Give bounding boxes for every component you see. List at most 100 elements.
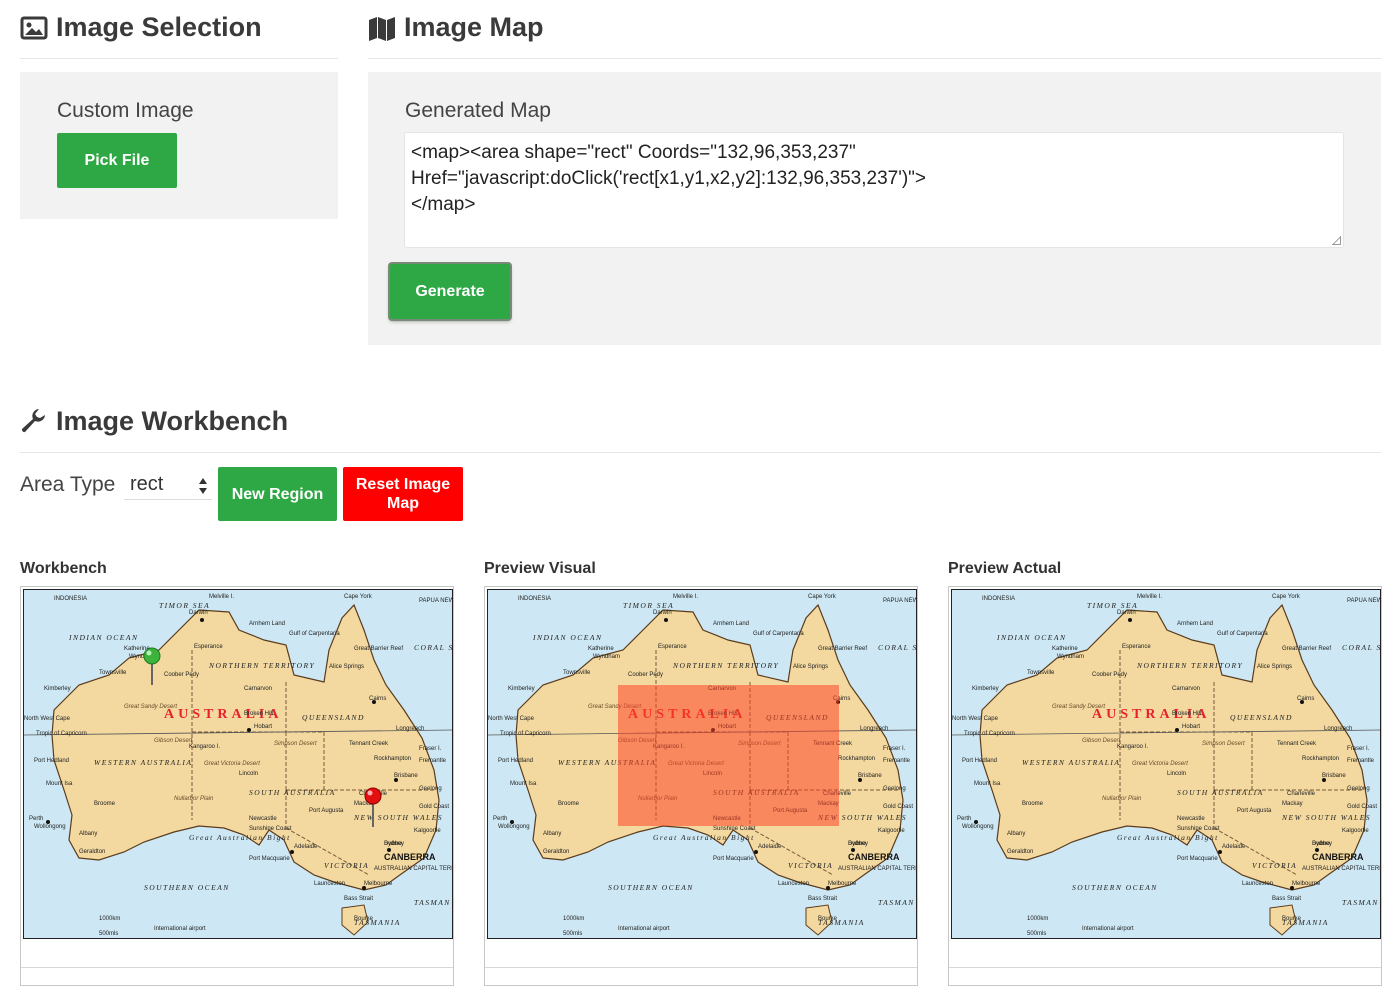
area-type-select[interactable]: rect — [124, 470, 212, 500]
othe-label: Arnhem Land — [249, 621, 285, 627]
citie-label: Rockhampton — [838, 756, 875, 762]
desert-label: Nullarbor Plain — [1102, 796, 1142, 802]
citie-label: Adelaide — [1222, 844, 1246, 850]
othe-label: Tropic of Capricorn — [500, 731, 551, 737]
sea-label: Great Australian Bight — [1117, 833, 1219, 842]
citie-label: Wollongong — [498, 824, 530, 830]
desert-label: Great Sandy Desert — [1052, 704, 1105, 710]
sea-label: TIMOR SEA — [623, 601, 674, 610]
citie-label: Mount Isa — [974, 781, 1001, 787]
rect-region-overlay[interactable] — [618, 685, 839, 826]
citie-label: Fremantle — [1347, 758, 1375, 764]
citie-label: Rockhampton — [374, 756, 411, 762]
othe-label: North West Cape — [24, 716, 71, 722]
citie-label: Gold Coast — [883, 804, 913, 810]
othe-label: Gulf of Carpentaria — [753, 631, 804, 637]
othe-label: Bass Strait — [1272, 896, 1301, 902]
preview-visual-caption: Preview Visual — [484, 560, 596, 577]
divider — [368, 58, 1381, 59]
citie-label: Broome — [1022, 801, 1044, 807]
citie-label: Broome — [94, 801, 116, 807]
divider — [21, 967, 453, 968]
othe-label: Gulf of Carpentaria — [289, 631, 340, 637]
new-region-button[interactable]: New Region — [218, 467, 337, 521]
othe-label: North West Cape — [952, 716, 999, 722]
city-dot — [851, 848, 855, 852]
map-pin-green-icon[interactable] — [143, 647, 161, 687]
citie-label: Albany — [1007, 831, 1025, 837]
workbench-map[interactable]: AUSTRALIA WESTERN AUSTRALIA NORTHERN TERRI… — [23, 589, 453, 939]
citie-label: Kalgoorlie — [878, 828, 905, 834]
othe-label: AUSTRALIAN CAPITAL TERRITORY — [838, 866, 917, 872]
city-dot — [46, 820, 50, 824]
citie-label: Bourke — [818, 916, 838, 922]
state-label: NORTHERN TERRITORY — [672, 661, 779, 670]
citie-label: Geraldton — [1007, 849, 1033, 855]
divider — [20, 452, 1381, 453]
desert-label: Great Victoria Desert — [204, 761, 260, 767]
citie-label: Coober Pedy — [628, 672, 663, 678]
citie-label: Wyndham — [593, 654, 620, 660]
othe-label: 1000km — [99, 916, 120, 922]
desert-label: Gibson Desert — [154, 738, 193, 744]
wrench-icon — [21, 408, 45, 432]
image-selection-title: Image Selection — [20, 12, 262, 43]
citie-label: Port Hedland — [962, 758, 997, 764]
othe-label: North West Cape — [488, 716, 535, 722]
citie-label: Geraldton — [543, 849, 569, 855]
othe-label: Arnhem Land — [713, 621, 749, 627]
citie-label: Mackay — [1282, 801, 1303, 807]
citie-label: Cairns — [369, 696, 386, 702]
citie-label: Hobart — [254, 724, 272, 730]
map-pin-red-icon[interactable] — [364, 787, 382, 829]
citie-label: Albany — [543, 831, 561, 837]
othe-label: Tropic of Capricorn — [964, 731, 1015, 737]
desert-label: Nullarbor Plain — [174, 796, 214, 802]
citie-label: Perth — [493, 816, 507, 822]
workbench-caption: Workbench — [20, 560, 107, 577]
citie-label: Longreach — [1324, 726, 1352, 732]
state-label: NEW SOUTH WALES — [1281, 813, 1371, 822]
citie-label: Geelong — [1347, 786, 1370, 792]
citie-label: Newcastle — [249, 816, 277, 822]
othe-label: INDONESIA — [54, 596, 87, 602]
image-workbench-title: Image Workbench — [20, 406, 288, 437]
resize-handle-icon[interactable] — [1332, 236, 1341, 245]
citie-label: Darwin — [1117, 610, 1136, 616]
citie-label: Sunshine Coast — [249, 826, 292, 832]
sea-label: INDIAN OCEAN — [532, 633, 602, 642]
sea-label: CORAL SEA — [414, 643, 453, 652]
othe-label: Melville I. — [673, 594, 698, 600]
sea-label: SOUTHERN OCEAN — [144, 883, 230, 892]
citie-label: Melbourne — [1292, 881, 1321, 887]
city-dot — [826, 886, 830, 890]
citie-label: Port Macquarie — [1177, 856, 1218, 862]
sea-label: INDIAN OCEAN — [996, 633, 1066, 642]
citie-label: Sunshine Coast — [1177, 826, 1220, 832]
citie-label: Launceston — [314, 881, 345, 887]
citie-label: Townsville — [563, 670, 591, 676]
citie-label: Wollongong — [962, 824, 994, 830]
pick-file-button[interactable]: Pick File — [57, 133, 177, 188]
generated-map-panel: Generated Map <map><area shape="rect" Co… — [368, 72, 1381, 345]
generate-button[interactable]: Generate — [390, 264, 510, 319]
generated-map-textarea[interactable]: <map><area shape="rect" Coords="132,96,3… — [404, 132, 1344, 248]
preview-actual-map[interactable]: AUSTRALIA WESTERN AUSTRALIA NORTHERN TERRI… — [951, 589, 1381, 939]
citie-label: Esperance — [658, 644, 687, 650]
citie-label: Perth — [29, 816, 43, 822]
state-label: VICTORIA — [324, 861, 369, 870]
area-type-label: Area Type — [20, 473, 116, 496]
workbench-frame: AUSTRALIA WESTERN AUSTRALIA NORTHERN TERRI… — [20, 586, 454, 986]
city-dot — [754, 850, 758, 854]
citie-label: Port Macquarie — [713, 856, 754, 862]
reset-image-map-button[interactable]: Reset Image Map — [343, 467, 463, 521]
othe-label: PAPUA NEW GUINEA — [419, 598, 453, 604]
citie-label: Geraldton — [79, 849, 105, 855]
citie-label: Esperance — [1122, 644, 1151, 650]
othe-label: AUSTRALIAN CAPITAL TERRITORY — [374, 866, 453, 872]
citie-label: Port Macquarie — [249, 856, 290, 862]
citie-label: Rockhampton — [1302, 756, 1339, 762]
citie-label: Tennant Creek — [1277, 741, 1317, 747]
citie-label: Launceston — [778, 881, 809, 887]
citie-label: Katherine — [1052, 646, 1078, 652]
